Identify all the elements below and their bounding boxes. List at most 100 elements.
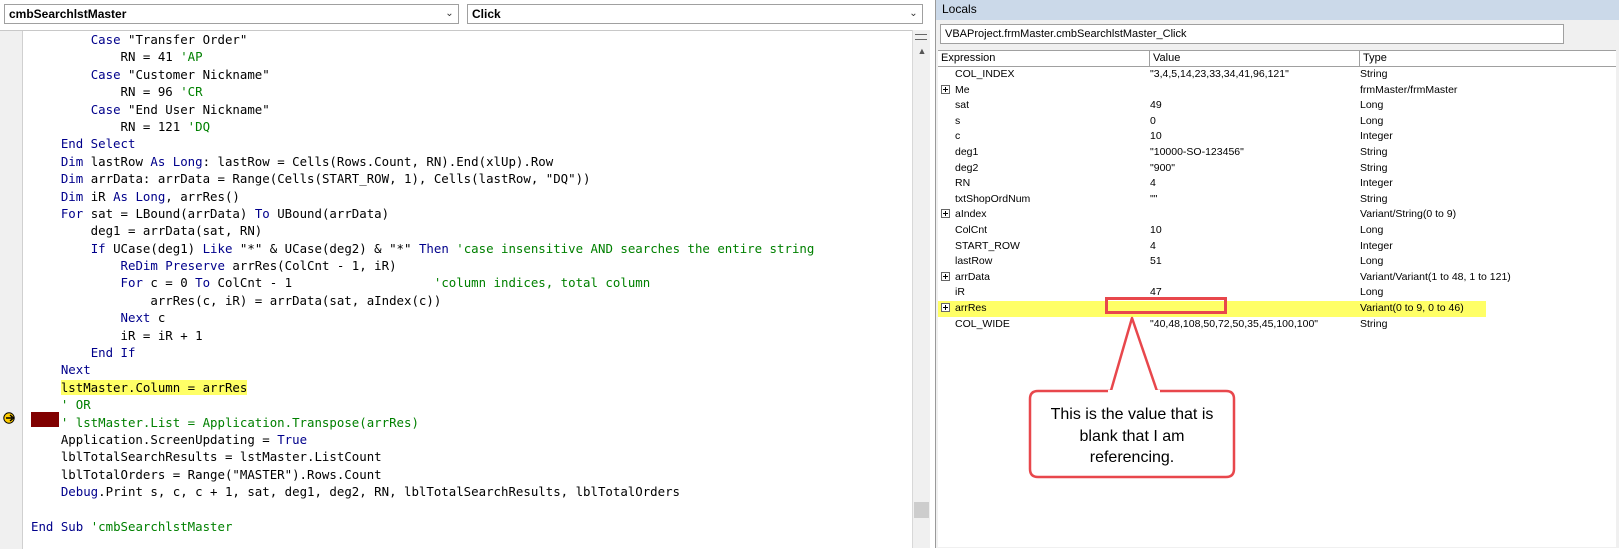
code-line[interactable]: Debug.Print s, c, c + 1, sat, deg1, deg2… [31,483,911,500]
code-keyword: Dim [60,153,84,169]
splitter-handle[interactable] [915,34,927,40]
code-keyword: Dim [60,188,84,204]
callout-text: This is the value that is blank that I a… [1050,406,1214,466]
code-text: deg1 = arrData(sat, RN) [31,223,263,239]
locals-row[interactable]: s 0 Long [938,114,1616,130]
code-line[interactable]: RN = 41 'AP [31,48,911,65]
code-line[interactable]: For c = 0 To ColCnt - 1 'column indices,… [31,274,911,291]
code-line[interactable]: Case "End User Nickname" [31,101,911,118]
column-header-expression[interactable]: Expression [938,51,1150,66]
locals-row[interactable]: c 10 Integer [938,129,1616,145]
code-text: .Print s, c, c + 1, sat, deg1, deg2, RN,… [98,484,681,500]
value-highlight-box [1105,297,1227,314]
column-header-type[interactable]: Type [1360,51,1616,66]
locals-row[interactable]: arrData Variant/Variant(1 to 48, 1 to 121… [938,270,1616,286]
expand-plus-icon[interactable] [941,84,950,94]
locals-row[interactable]: deg2 "900" String [938,161,1616,177]
code-text: arrRes(ColCnt - 1, iR) [224,258,397,274]
locals-row[interactable]: RN 4 Integer [938,176,1616,192]
column-header-value[interactable]: Value [1150,51,1360,66]
locals-expression: Me [955,83,970,96]
locals-grid-header: Expression Value Type [938,51,1616,67]
code-line[interactable]: ' OR [31,396,911,413]
locals-row[interactable]: COL_WIDE "40,48,108,50,72,50,35,45,100,10… [938,317,1616,333]
expand-plus-icon[interactable] [941,303,950,312]
code-line[interactable] [31,501,911,518]
object-dropdown[interactable]: cmbSearchlstMaster ⌄ [4,4,459,24]
code-comment: ' lstMaster.List = Application.Transpose… [60,414,419,430]
code-comment: 'CR [180,84,203,100]
locals-type: Integer [1360,239,1393,252]
code-line[interactable]: iR = iR + 1 [31,327,911,344]
procedure-dropdown[interactable]: Click ⌄ [467,4,923,24]
chevron-down-icon[interactable]: ⌄ [905,5,922,23]
locals-row[interactable]: sat 49 Long [938,98,1616,114]
locals-type: Long [1360,255,1384,268]
code-line[interactable]: RN = 121 'DQ [31,118,911,135]
chevron-down-icon[interactable]: ⌄ [441,5,458,23]
scrollbar-thumb[interactable] [914,502,929,518]
code-line[interactable]: Application.ScreenUpdating = True [31,431,911,448]
code-line[interactable]: Case "Transfer Order" [31,31,911,48]
locals-row[interactable]: ColCnt 10 Long [938,223,1616,239]
code-text: arrData: arrData = Range(Cells(START_ROW… [83,171,591,187]
locals-type: String [1360,146,1388,158]
locals-row[interactable]: COL_INDEX "3,4,5,14,23,33,34,41,96,121" St… [938,67,1616,83]
locals-expression: c [955,130,961,143]
code-line[interactable]: Dim arrData: arrData = Range(Cells(START… [31,170,911,187]
code-line[interactable]: lblTotalOrders = Range("MASTER").Rows.Co… [31,466,911,483]
locals-type: String [1360,317,1388,330]
locals-value: 10 [1150,224,1162,236]
code-line[interactable]: End Select [31,135,911,152]
locals-row[interactable]: lastRow 51 Long [938,254,1616,270]
code-keyword: True [277,431,308,447]
code-line[interactable]: lstMaster.Column = arrRes [31,379,911,396]
locals-value: 4 [1150,239,1156,252]
code-text: c [150,310,166,326]
context-field[interactable]: VBAProject.frmMaster.cmbSearchlstMaster_… [940,24,1564,44]
code-line[interactable]: If UCase(deg1) Like "*" & UCase(deg2) & … [31,240,911,257]
execution-arrow-icon [3,412,15,424]
expand-plus-icon[interactable] [941,271,950,281]
code-line[interactable]: arrRes(c, iR) = arrData(sat, aIndex(c)) [31,292,911,309]
locals-row[interactable]: START_ROW 4 Integer [938,239,1616,255]
code-keyword: Debug [60,484,99,500]
margin-indicator-bar[interactable] [0,31,23,549]
code-line[interactable]: RN = 96 'CR [31,83,911,100]
code-line[interactable]: lblTotalSearchResults = lstMaster.ListCo… [31,448,911,465]
code-line[interactable]: End Sub 'cmbSearchlstMaster [31,518,911,535]
code-text: "*" & UCase(deg2) & "*" [232,240,419,256]
locals-type: Integer [1360,130,1393,143]
code-line[interactable]: Dim lastRow As Long: lastRow = Cells(Row… [31,153,911,170]
expand-plus-icon[interactable] [941,209,950,219]
locals-row[interactable]: txtShopOrdNum "" String [938,192,1616,208]
code-line[interactable]: ' lstMaster.List = Application.Transpose… [31,414,911,431]
code-line[interactable]: Next [31,361,911,378]
callout-pointer [1108,316,1160,394]
code-keyword: End If [90,345,136,361]
scroll-up-icon[interactable]: ▲ [915,44,929,58]
code-editor[interactable]: Case "Transfer Order" RN = 41 'AP Case "… [0,30,912,549]
locals-expression: txtShopOrdNum [955,192,1031,205]
locals-row[interactable]: deg1 "10000-SO-123456" String [938,145,1616,161]
locals-row[interactable]: iR 47 Long [938,285,1616,301]
code-line[interactable]: Next c [31,309,911,326]
locals-type: Long [1360,114,1384,127]
code-line[interactable]: deg1 = arrData(sat, RN) [31,222,911,239]
code-line[interactable]: For sat = LBound(arrData) To UBound(arrD… [31,205,911,222]
code-lines: Case "Transfer Order" RN = 41 'AP Case "… [31,31,911,535]
object-dropdown-value: cmbSearchlstMaster [9,7,127,21]
code-text: arrRes(c, iR) = arrData(sat, aIndex(c)) [31,292,442,308]
code-line[interactable]: Case "Customer Nickname" [31,66,911,83]
locals-expression: s [955,114,961,127]
code-line[interactable]: ReDim Preserve arrRes(ColCnt - 1, iR) [31,257,911,274]
code-text: iR = iR + 1 [31,327,203,343]
vertical-scrollbar[interactable]: ▲ [912,30,930,548]
code-line[interactable]: Dim iR As Long, arrRes() [31,188,911,205]
locals-row[interactable]: Me frmMaster/frmMaster [938,83,1616,99]
code-line[interactable]: End If [31,344,911,361]
locals-row[interactable]: aIndex Variant/String(0 to 9) [938,207,1616,223]
